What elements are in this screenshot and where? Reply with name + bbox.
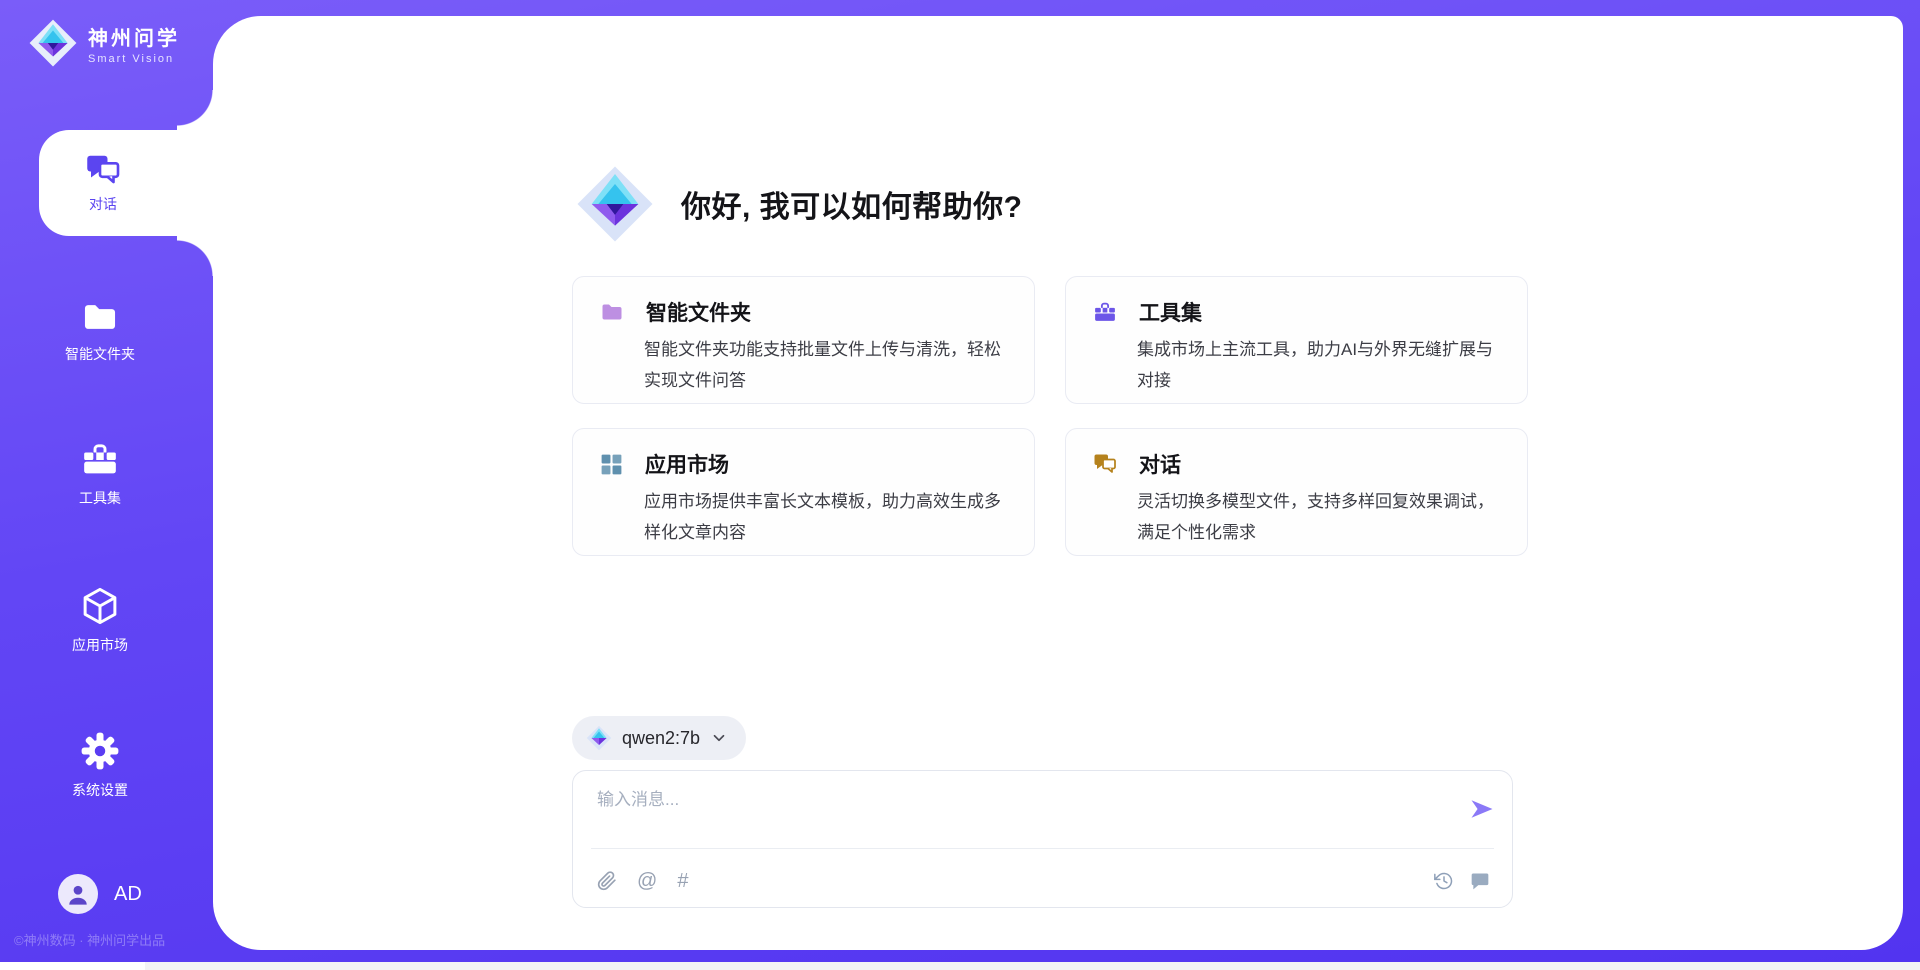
- toolbox-icon: [1092, 300, 1118, 325]
- avatar: [58, 874, 98, 914]
- send-button[interactable]: [1468, 795, 1496, 828]
- attach-button[interactable]: [597, 871, 617, 891]
- sidebar-item-label: 工具集: [79, 490, 121, 506]
- card-description: 应用市场提供丰富长文本模板，助力高效生成多样化文章内容: [644, 487, 1008, 548]
- sidebar-item-settings[interactable]: 系统设置: [0, 730, 200, 800]
- main-content-layer: 你好, 我可以如何帮助你? 智能文件夹 智能文件夹功能支持批量文件上传与清洗，轻…: [213, 16, 1903, 950]
- card-description: 智能文件夹功能支持批量文件上传与清洗，轻松实现文件问答: [644, 335, 1008, 396]
- sidebar-item-label: 应用市场: [72, 637, 128, 653]
- user-initials: AD: [114, 883, 142, 906]
- hashtag-button[interactable]: #: [677, 871, 688, 891]
- card-title: 应用市场: [645, 449, 729, 479]
- chat-bubble-icon: [1470, 871, 1490, 891]
- sidebar-item-label: 对话: [89, 194, 117, 214]
- model-selector[interactable]: qwen2:7b: [572, 716, 746, 760]
- sidebar-item-app-market[interactable]: 应用市场: [0, 585, 200, 655]
- card-title: 对话: [1139, 449, 1181, 479]
- message-input[interactable]: [597, 785, 1437, 843]
- brand: 神州问学 Smart Vision: [28, 18, 180, 68]
- card-title: 智能文件夹: [646, 297, 751, 327]
- brand-diamond-icon: [28, 18, 78, 68]
- history-button[interactable]: [1434, 871, 1454, 891]
- composer: @ #: [572, 770, 1513, 908]
- user-profile[interactable]: AD: [58, 874, 142, 914]
- greeting-title: 你好, 我可以如何帮助你?: [681, 182, 1023, 226]
- mention-button[interactable]: @: [637, 871, 657, 891]
- history-icon: [1434, 871, 1454, 891]
- toolbox-icon: [79, 440, 121, 480]
- sidebar-item-chat[interactable]: 对话: [39, 130, 213, 236]
- folder-icon: [79, 298, 121, 336]
- tab-curve-bottom: [177, 236, 213, 276]
- sidebar-item-smart-folder[interactable]: 智能文件夹: [0, 298, 200, 364]
- brand-subtitle: Smart Vision: [88, 53, 180, 65]
- feedback-button[interactable]: [1470, 871, 1490, 891]
- paperclip-icon: [597, 871, 617, 891]
- greeting: 你好, 我可以如何帮助你?: [575, 163, 1023, 245]
- send-icon: [1468, 795, 1496, 823]
- brand-name: 神州问学: [88, 22, 180, 51]
- card-description: 集成市场上主流工具，助力AI与外界无缝扩展与对接: [1137, 335, 1501, 396]
- card-toolset[interactable]: 工具集 集成市场上主流工具，助力AI与外界无缝扩展与对接: [1065, 276, 1528, 404]
- model-name: qwen2:7b: [622, 728, 700, 749]
- grid-icon: [599, 452, 624, 477]
- chevron-down-icon: [710, 729, 728, 747]
- person-icon: [63, 879, 93, 909]
- card-app-market[interactable]: 应用市场 应用市场提供丰富长文本模板，助力高效生成多样化文章内容: [572, 428, 1035, 556]
- chat-icon: [83, 152, 123, 188]
- card-title: 工具集: [1139, 297, 1202, 327]
- feature-cards: 智能文件夹 智能文件夹功能支持批量文件上传与清洗，轻松实现文件问答 工具集 集成…: [572, 276, 1528, 556]
- cube-icon: [79, 585, 121, 627]
- sidebar-item-label: 智能文件夹: [65, 346, 135, 362]
- card-smart-folder[interactable]: 智能文件夹 智能文件夹功能支持批量文件上传与清洗，轻松实现文件问答: [572, 276, 1035, 404]
- greeting-diamond-icon: [575, 164, 655, 244]
- tab-curve-top: [177, 90, 213, 130]
- gear-icon: [79, 730, 121, 772]
- composer-divider: [591, 848, 1494, 849]
- sidebar-item-label: 系统设置: [72, 782, 128, 798]
- card-description: 灵活切换多模型文件，支持多样回复效果调试，满足个性化需求: [1137, 487, 1501, 548]
- sidebar-footer: ©神州数码 · 神州问学出品: [14, 930, 210, 949]
- card-chat[interactable]: 对话 灵活切换多模型文件，支持多样回复效果调试，满足个性化需求: [1065, 428, 1528, 556]
- sidebar-item-toolset[interactable]: 工具集: [0, 440, 200, 508]
- scrollbar-left-cap: [0, 962, 145, 970]
- horizontal-scrollbar[interactable]: [0, 962, 1920, 970]
- folder-icon: [599, 300, 625, 324]
- chat-icon: [1092, 452, 1118, 476]
- model-diamond-icon: [586, 725, 612, 751]
